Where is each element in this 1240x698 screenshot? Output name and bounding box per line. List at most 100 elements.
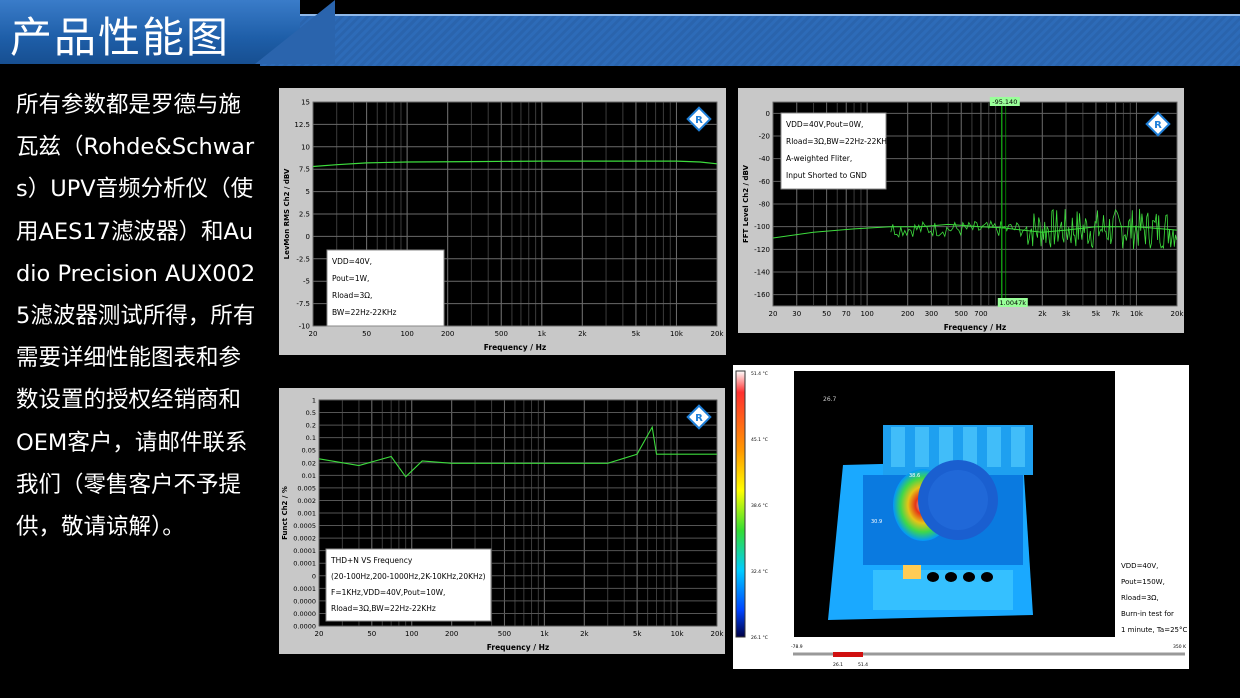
annotation-line: F=1KHz,VDD=40V,Pout=10W, — [331, 588, 445, 597]
page-title: 产品性能图 — [10, 13, 231, 62]
fan-hub — [928, 470, 988, 530]
y-tick-label: -60 — [759, 178, 770, 186]
x-tick-label: 200 — [441, 330, 454, 338]
y-tick-label: 12.5 — [294, 121, 310, 129]
x-tick-label: 200 — [901, 310, 914, 318]
y-tick-label: 0.001 — [297, 510, 316, 518]
annotation-line: Pout=1W, — [332, 274, 369, 283]
y-tick-label: 0.0001 — [293, 547, 316, 555]
x-tick-label: 5k — [632, 330, 641, 338]
y-tick-label: 0.002 — [297, 497, 316, 505]
y-tick-label: 0.02 — [302, 459, 316, 467]
thermal-annotation-line: VDD=40V, — [1121, 562, 1158, 570]
y-tick-label: 0 — [306, 233, 310, 241]
y-tick-label: -5 — [303, 278, 310, 286]
warm-component — [903, 565, 921, 579]
y-axis-label: LevMon RMS Ch2 / dBV — [283, 168, 291, 259]
x-tick-label: 500 — [955, 310, 968, 318]
thermal-annotation-line: 1 minute, Ta=25°C — [1121, 626, 1187, 634]
y-tick-label: 0 — [312, 572, 316, 580]
fin — [987, 427, 1001, 467]
y-tick-label: 0.0002 — [293, 535, 316, 543]
x-tick-label: 7k — [1111, 310, 1120, 318]
x-axis-label: Frequency / Hz — [944, 323, 1007, 332]
x-tick-label: 20 — [315, 630, 324, 638]
annotation-line: BW=22Hz-22KHz — [332, 308, 397, 317]
y-tick-label: 7.5 — [299, 166, 310, 174]
scale-label: 32.4 °C — [751, 569, 768, 575]
y-tick-label: 2.5 — [299, 211, 310, 219]
y-tick-label: -40 — [759, 155, 770, 163]
y-tick-label: 0.2 — [306, 422, 316, 430]
spot-label: 38.6 — [909, 473, 920, 479]
annotation-line: Input Shorted to GND — [786, 171, 867, 180]
x-tick-label: 3k — [1062, 310, 1071, 318]
y-tick-label: -160 — [754, 291, 770, 299]
y-tick-label: 0.0000 — [293, 610, 316, 618]
annotation-line: A-weighted Fliter, — [786, 154, 852, 163]
annotation-line: Rload=3Ω,BW=22Hz-22KHz, — [786, 137, 893, 146]
annotation-line: Rload=3Ω, — [332, 291, 372, 300]
x-tick-label: 10k — [1130, 310, 1144, 318]
x-tick-label: 30 — [792, 310, 801, 318]
x-tick-label: 20k — [711, 330, 725, 338]
fft-noise-chart: 20 30 50 70 100 200 300 500 700 2k 3k 5k 7k 10k 20k 0 -2… — [738, 88, 1184, 333]
annotation-line: VDD=40V, — [332, 257, 372, 266]
x-tick-label: 20 — [769, 310, 778, 318]
rs-logo-letter: R — [695, 413, 703, 424]
scale-label: 51.4 °C — [751, 371, 768, 377]
x-tick-label: 200 — [445, 630, 458, 638]
title-bar: 产品性能图 — [0, 0, 1240, 66]
x-tick-label: 5k — [633, 630, 642, 638]
x-tick-label: 500 — [495, 330, 508, 338]
fin — [915, 427, 929, 467]
y-tick-label: 0.005 — [297, 484, 316, 492]
x-tick-label: 100 — [860, 310, 873, 318]
y-tick-label: 15 — [301, 99, 310, 107]
spot-label: 26.7 — [823, 396, 837, 403]
hole — [945, 572, 957, 582]
y-axis-label: Funct Ch2 / % — [281, 486, 289, 540]
x-tick-label: 20k — [1171, 310, 1184, 318]
rs-logo-letter: R — [695, 115, 703, 126]
marker-bottom-label: 1.0047k — [1000, 299, 1027, 307]
y-tick-label: -100 — [754, 223, 770, 231]
spot-label: 30.9 — [871, 519, 882, 525]
range-low-label: 26.1 — [833, 662, 843, 668]
y-tick-label: -120 — [754, 246, 770, 254]
thermal-annotation-line: Rload=3Ω, — [1121, 594, 1159, 602]
x-tick-label: 20k — [711, 630, 725, 638]
x-tick-label: 5k — [1092, 310, 1101, 318]
y-tick-label: -20 — [759, 133, 770, 141]
y-tick-label: 0.0001 — [293, 560, 316, 568]
x-tick-label: 70 — [842, 310, 851, 318]
thermal-annotation-line: Pout=150W, — [1121, 578, 1165, 586]
x-tick-label: 20 — [309, 330, 318, 338]
frequency-response-svg: 20 50 100 200 500 1k 2k 5k 10k 20k 15 12.5 10 7.5 5 2.5… — [283, 99, 725, 353]
x-tick-label: 100 — [400, 330, 413, 338]
y-tick-label: 5 — [306, 188, 310, 196]
annotation-line: THD+N VS Frequency — [330, 556, 413, 565]
title-slant — [255, 0, 335, 64]
x-tick-label: 300 — [925, 310, 938, 318]
range-right-label: 350 K — [1173, 644, 1187, 650]
range-high-label: 51.4 — [858, 662, 868, 668]
y-tick-label: 1 — [312, 397, 316, 405]
y-tick-label: 0 — [766, 110, 770, 118]
annotation-line: (20-100Hz,200-1000Hz,2K-10KHz,20KHz) — [331, 572, 486, 581]
fin — [891, 427, 905, 467]
annotation-line: VDD=40V,Pout=0W, — [786, 120, 863, 129]
temperature-scale — [735, 370, 746, 638]
thd-svg: 20 50 100 200 500 1k 2k 5k 10k 20k 1 0.5 0.2 0.1 0.05 0… — [281, 397, 725, 653]
y-tick-label: 0.01 — [302, 472, 316, 480]
x-tick-label: 500 — [498, 630, 511, 638]
y-tick-label: 0.0000 — [293, 597, 316, 605]
scale-label: 38.6 °C — [751, 503, 768, 509]
y-tick-label: -10 — [299, 323, 310, 331]
y-tick-label: 0.0001 — [293, 585, 316, 593]
hole — [963, 572, 975, 582]
x-axis-label: Frequency / Hz — [484, 343, 547, 352]
y-tick-label: -7.5 — [296, 300, 310, 308]
frequency-response-chart: 20 50 100 200 500 1k 2k 5k 10k 20k 15 12.5 10 7.5 5 2.5… — [279, 88, 726, 355]
y-tick-label: 0.0005 — [293, 522, 316, 530]
